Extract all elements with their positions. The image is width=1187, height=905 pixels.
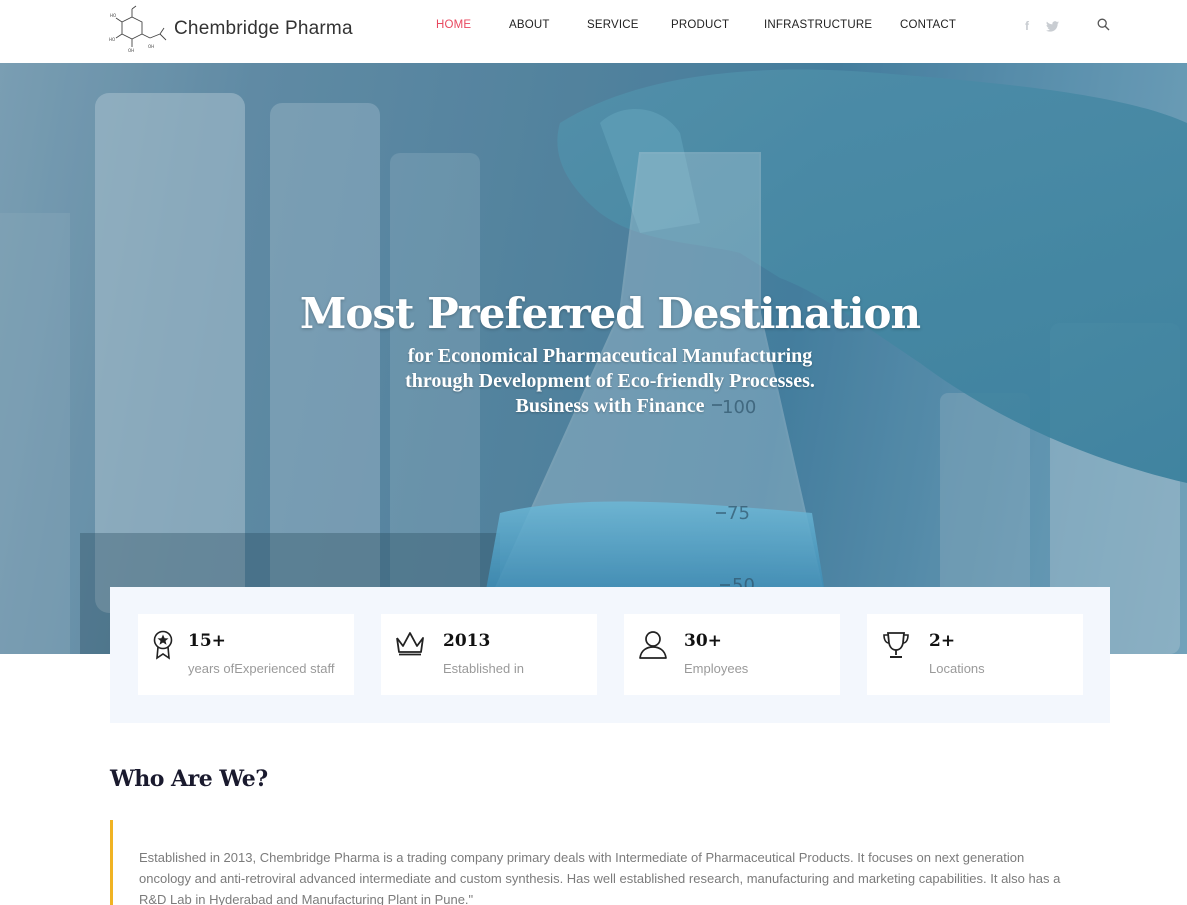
twitter-icon[interactable] <box>1046 21 1059 32</box>
about-paragraph: Established in 2013, Chembridge Pharma i… <box>139 850 1061 905</box>
svg-text:OH: OH <box>148 44 154 49</box>
molecule-logo-icon: HO HO OH OH <box>109 5 167 53</box>
hero-subtitle-line-2: through Development of Eco-friendly Proc… <box>405 370 815 392</box>
hero-subtitle-line-1: for Economical Pharmaceutical Manufactur… <box>407 345 813 367</box>
stat-value-experience: 15+ <box>188 631 226 651</box>
nav-product[interactable]: PRODUCT <box>671 19 729 31</box>
nav-home[interactable]: HOME <box>436 19 471 31</box>
svg-text:OH: OH <box>128 48 134 53</box>
stat-label-experience: years ofExperienced staff <box>188 661 335 676</box>
stats-panel: 15+ years ofExperienced staff 2013 Estab… <box>110 587 1110 723</box>
logo-text: Chembridge Pharma <box>174 18 353 39</box>
about-heading: Who Are We? <box>110 766 268 792</box>
stat-card-established: 2013 Established in <box>381 614 597 695</box>
award-ribbon-icon <box>153 630 173 660</box>
logo[interactable]: HO HO OH OH Chembridge Pharma <box>108 4 353 54</box>
stat-label-employees: Employees <box>684 661 749 676</box>
nav-about[interactable]: ABOUT <box>509 19 550 31</box>
facebook-icon[interactable]: f <box>1025 19 1029 33</box>
hero-banner: 100 75 50 Most Preferred Destination for… <box>0 63 1187 654</box>
trophy-icon <box>883 632 909 658</box>
site-header: HO HO OH OH Chembridge Pharma HOME ABOUT… <box>0 0 1187 63</box>
stat-label-locations: Locations <box>929 661 985 676</box>
search-icon[interactable] <box>1097 18 1110 31</box>
user-icon <box>639 631 667 659</box>
stat-card-locations: 2+ Locations <box>867 614 1083 695</box>
stat-value-locations: 2+ <box>929 631 956 651</box>
hero-title: Most Preferred Destination <box>299 289 921 338</box>
crown-icon <box>396 632 424 656</box>
stat-card-employees: 30+ Employees <box>624 614 840 695</box>
stat-label-established: Established in <box>443 661 524 676</box>
svg-text:HO: HO <box>110 13 116 18</box>
about-accent-bar <box>110 820 113 905</box>
svg-text:HO: HO <box>109 37 115 42</box>
stat-value-established: 2013 <box>443 631 491 651</box>
stat-value-employees: 30+ <box>684 631 722 651</box>
nav-service[interactable]: SERVICE <box>587 19 639 31</box>
stat-card-experience: 15+ years ofExperienced staff <box>138 614 354 695</box>
nav-contact[interactable]: CONTACT <box>900 19 956 31</box>
hero-subtitle-line-3: Business with Finance <box>515 395 705 417</box>
nav-infrastructure[interactable]: INFRASTRUCTURE <box>764 19 872 31</box>
